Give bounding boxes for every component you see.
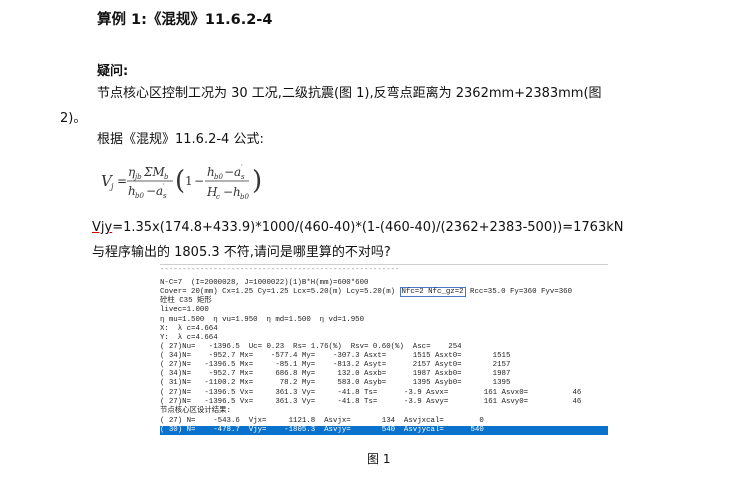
- program-output-screenshot: ----------------------------------------…: [160, 264, 608, 442]
- question-paragraph-continuation: 2)。: [60, 111, 87, 126]
- svg-text:b0: b0: [214, 173, 223, 181]
- svg-text:−: −: [224, 165, 234, 179]
- separator-line: ----------------------------------------…: [160, 266, 400, 274]
- output-row: ( 31)N= -1100.2 Mx= 78.2 My= 583.0 Asyb=…: [160, 379, 511, 387]
- calc-expression: =1.35x(174.8+433.9)*1000/(460-40)*(1-(46…: [112, 220, 624, 235]
- output-row: ( 34)N= -952.7 Mx= -577.4 My= -307.3 Asx…: [160, 352, 511, 360]
- calc-variable: Vjy: [92, 220, 113, 235]
- svg-text:b0: b0: [240, 193, 249, 201]
- svg-text:s: s: [241, 173, 245, 181]
- svg-text:=: =: [117, 174, 127, 188]
- output-row: ( 27)N= -1396.5 Vx= 361.3 Vy= -41.8 Ts= …: [160, 398, 582, 406]
- calculation-line: Vjy=1.35x(174.8+433.9)*1000/(460-40)*(1-…: [92, 220, 623, 235]
- page-title: 算例 1:《混规》11.6.2-4: [97, 12, 273, 28]
- svg-text:′: ′: [241, 164, 243, 172]
- highlight-box: Nfc=2 Nfc_gz=2: [399, 287, 466, 297]
- output-line-concrete: 砼柱 C35 矩形: [160, 297, 212, 305]
- question-paragraph: 节点核心区控制工况为 30 工况,二级抗震(图 1),反弯点距离为 2362mm…: [97, 86, 602, 101]
- svg-text:s: s: [163, 192, 167, 200]
- svg-text:−: −: [194, 174, 204, 188]
- svg-text:−: −: [146, 184, 156, 198]
- svg-text:b0: b0: [135, 192, 144, 200]
- svg-text:): ): [252, 166, 262, 196]
- formula-sum: ΣM: [143, 165, 165, 179]
- output-line-node: N-C=7 (I=2000028, J=1000022)(1)B*H(mm)=6…: [160, 279, 369, 287]
- formula-one: 1: [185, 174, 193, 188]
- core-result-row: ( 27) N= -543.6 Vjx= 1121.8 Asvjx= 134 A…: [160, 417, 484, 425]
- svg-text:−: −: [223, 185, 233, 199]
- core-result-title: 节点核心区设计结果:: [160, 407, 231, 415]
- output-row: ( 27)N= -1396.5 Vx= 361.3 Vy= -41.8 Ts= …: [160, 389, 582, 397]
- figure-caption: 图 1: [367, 452, 391, 466]
- output-row: ( 27)Nu= -1396.5 Uc= 0.23 Rs= 1.76(%) Rs…: [160, 343, 462, 351]
- formula-eta-sub: jb: [133, 173, 142, 181]
- output-line-eta: η mu=1.500 η vu=1.950 η md=1.500 η vd=1.…: [160, 316, 365, 324]
- output-line-cover: Cover= 20(mm) Cx=1.25 Cy=1.25 Lcx=5.20(m…: [160, 287, 573, 297]
- svg-text:(: (: [175, 166, 185, 196]
- svg-text:′: ′: [163, 183, 165, 191]
- formula-image: V j = η jb ΣM b h b0 − a ′ s ( 1 − h b0 …: [101, 164, 262, 201]
- output-row: ( 27)N= -1396.5 Mx= -85.1 My= -813.2 Asy…: [160, 361, 511, 369]
- formula-intro: 根据《混规》11.6.2-4 公式:: [97, 132, 264, 147]
- question-label: 疑问:: [97, 64, 129, 79]
- formula-sum-sub: b: [164, 173, 169, 181]
- core-result-row-selected[interactable]: ( 30) N= -478.7 Vjy= -1805.3 Asvjy= 540 …: [160, 426, 608, 435]
- output-line-x: X: λ c=4.664: [160, 325, 218, 333]
- output-row: ( 34)N= -952.7 Mx= 686.8 My= 132.0 Asxb=…: [160, 370, 511, 378]
- output-line-livec: livec=1.000: [160, 306, 209, 314]
- svg-text:c: c: [216, 193, 220, 201]
- question-line: 与程序输出的 1805.3 不符,请问是哪里算的不对吗?: [92, 245, 391, 260]
- output-line-y: Y: λ c=4.664: [160, 334, 218, 342]
